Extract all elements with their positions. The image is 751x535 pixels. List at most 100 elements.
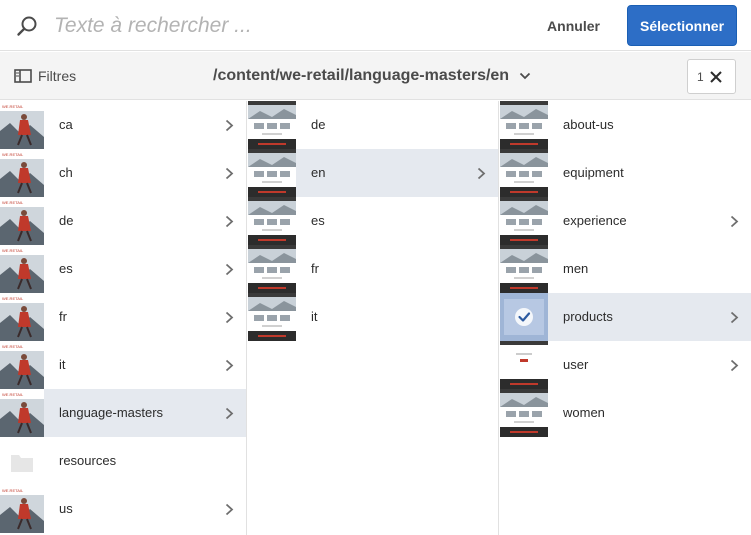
thumbnail: WE.RETAIL (0, 149, 44, 197)
search-input[interactable] (54, 10, 514, 42)
list-item-label: fr (59, 309, 67, 324)
thumbnail: WE.RETAIL (0, 293, 44, 341)
svg-text:WE.RETAIL: WE.RETAIL (2, 344, 24, 349)
thumbnail (500, 389, 548, 437)
list-item[interactable]: WE.RETAIL us (0, 485, 246, 533)
chevron-right-icon (730, 359, 739, 372)
list-item-label: about-us (563, 117, 614, 132)
thumbnail (500, 149, 548, 197)
chevron-right-icon (225, 359, 234, 372)
list-item-label: language-masters (59, 405, 164, 420)
list-item-label: fr (311, 261, 319, 276)
list-item-label: ch (59, 165, 73, 180)
list-item[interactable]: en (248, 149, 498, 197)
list-item[interactable]: de (248, 101, 498, 149)
thumbnail (248, 149, 296, 197)
list-item[interactable]: resources (0, 437, 246, 485)
list-item-label: products (563, 309, 613, 324)
chevron-right-icon (225, 263, 234, 276)
svg-text:WE.RETAIL: WE.RETAIL (2, 200, 24, 205)
chevron-right-icon (225, 215, 234, 228)
cancel-button[interactable]: Annuler (536, 10, 611, 42)
close-icon (709, 70, 722, 83)
list-item-label: es (59, 261, 73, 276)
thumbnail (500, 293, 548, 341)
svg-text:WE.RETAIL: WE.RETAIL (2, 152, 24, 157)
list-item-label: user (563, 357, 589, 372)
list-item[interactable]: experience (500, 197, 751, 245)
rail-panel-icon (14, 69, 32, 83)
column-en-pages: about-us equipment experience men products us… (500, 101, 751, 535)
chevron-right-icon (225, 311, 234, 324)
select-button[interactable]: Sélectionner (627, 5, 737, 46)
list-item-label: it (59, 357, 66, 372)
list-item-label: de (311, 117, 326, 132)
list-item-label: women (563, 405, 605, 420)
thumbnail: WE.RETAIL (0, 389, 44, 437)
chevron-down-icon (519, 72, 531, 80)
column-language-masters: WE.RETAIL ca WE.RETAIL ch WE.RETAIL de WE.RETA… (0, 101, 247, 535)
chevron-right-icon (730, 311, 739, 324)
search-bar: Annuler Sélectionner (0, 0, 751, 51)
svg-text:WE.RETAIL: WE.RETAIL (2, 392, 24, 397)
list-item[interactable]: products (500, 293, 751, 341)
thumbnail (500, 197, 548, 245)
list-item[interactable]: equipment (500, 149, 751, 197)
selection-count: 1 (697, 69, 704, 84)
folder-icon (0, 437, 44, 485)
thumbnail: WE.RETAIL (0, 245, 44, 293)
filters-toggle[interactable]: Filtres (14, 66, 76, 86)
chevron-right-icon (477, 167, 486, 180)
list-item[interactable]: WE.RETAIL ch (0, 149, 246, 197)
thumbnail (500, 341, 548, 389)
thumbnail (248, 197, 296, 245)
list-item[interactable]: WE.RETAIL language-masters (0, 389, 246, 437)
list-item-label: experience (563, 213, 627, 228)
list-item[interactable]: fr (248, 245, 498, 293)
list-item-label: de (59, 213, 74, 228)
list-item-label: en (311, 165, 326, 180)
search-icon (17, 16, 37, 36)
toolbar: Filtres /content/we-retail/language-mast… (0, 52, 751, 100)
chevron-right-icon (225, 503, 234, 516)
list-item-label: equipment (563, 165, 624, 180)
chevron-right-icon (225, 167, 234, 180)
current-path: /content/we-retail/language-masters/en (213, 67, 510, 84)
list-item[interactable]: es (248, 197, 498, 245)
list-item-label: resources (59, 453, 117, 468)
list-item-label: ca (59, 117, 73, 132)
list-item[interactable]: men (500, 245, 751, 293)
chevron-right-icon (225, 119, 234, 132)
chevron-right-icon (225, 407, 234, 420)
svg-text:WE.RETAIL: WE.RETAIL (2, 296, 24, 301)
thumbnail (500, 101, 548, 149)
thumbnail: WE.RETAIL (0, 101, 44, 149)
svg-text:WE.RETAIL: WE.RETAIL (2, 488, 24, 493)
list-item[interactable]: about-us (500, 101, 751, 149)
list-item[interactable]: WE.RETAIL es (0, 245, 246, 293)
thumbnail: WE.RETAIL (0, 341, 44, 389)
list-item[interactable]: WE.RETAIL it (0, 341, 246, 389)
thumbnail (248, 293, 296, 341)
column-languages: de en es fr it (248, 101, 499, 535)
list-item-label: it (311, 309, 318, 324)
list-item[interactable]: women (500, 389, 751, 437)
clear-selection-button[interactable]: 1 (687, 59, 736, 94)
list-item-label: us (59, 501, 73, 516)
thumbnail (248, 245, 296, 293)
filters-label: Filtres (38, 68, 77, 84)
chevron-right-icon (730, 215, 739, 228)
thumbnail: WE.RETAIL (0, 485, 44, 533)
list-item[interactable]: WE.RETAIL fr (0, 293, 246, 341)
list-item[interactable]: user (500, 341, 751, 389)
thumbnail (500, 245, 548, 293)
thumbnail (248, 101, 296, 149)
list-item-label: men (563, 261, 589, 276)
list-item[interactable]: WE.RETAIL ca (0, 101, 246, 149)
list-item[interactable]: it (248, 293, 498, 341)
svg-text:WE.RETAIL: WE.RETAIL (2, 104, 24, 109)
path-breadcrumb-dropdown[interactable]: /content/we-retail/language-masters/en (213, 65, 531, 87)
list-item[interactable]: WE.RETAIL de (0, 197, 246, 245)
thumbnail: WE.RETAIL (0, 197, 44, 245)
list-item-label: es (311, 213, 325, 228)
